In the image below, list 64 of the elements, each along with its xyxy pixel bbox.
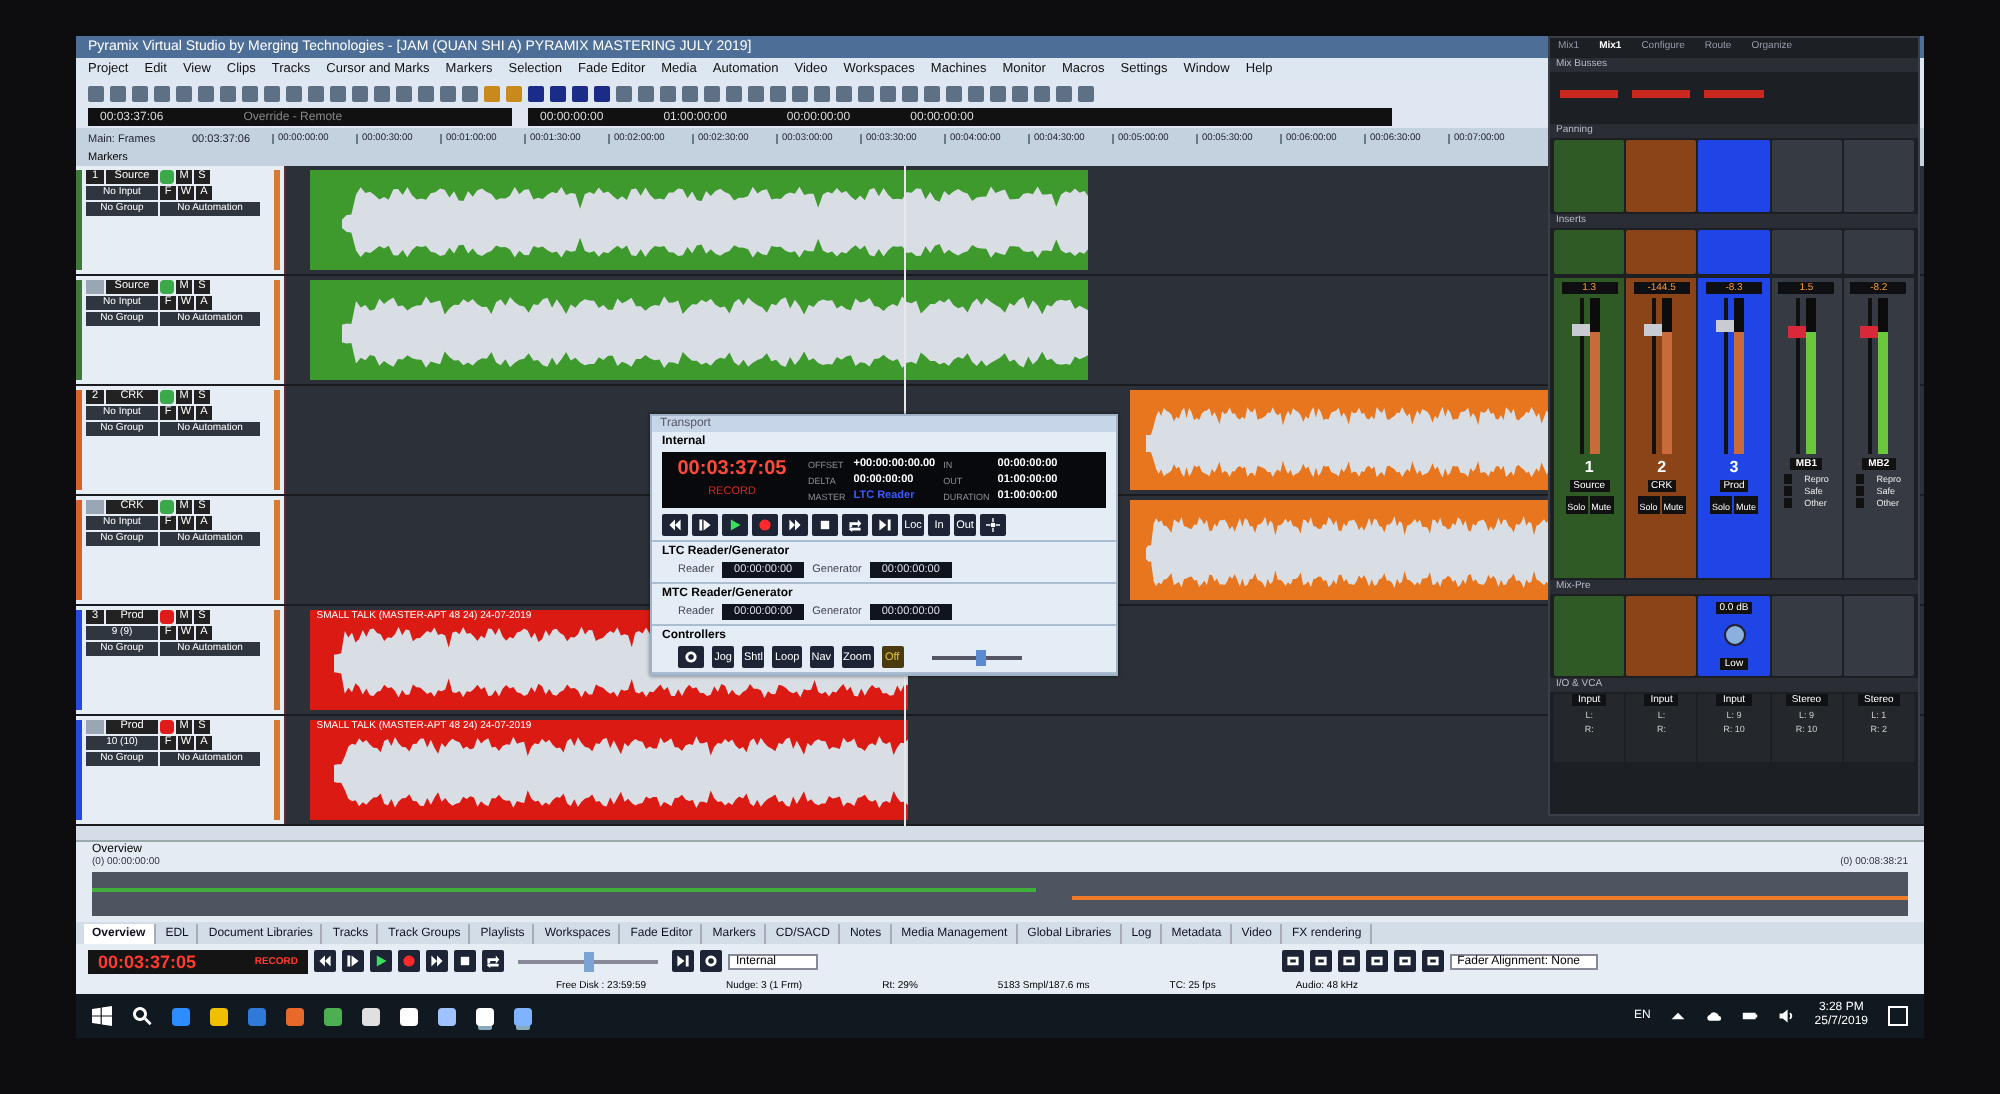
cloud-icon[interactable] — [1706, 1008, 1723, 1024]
stop-icon[interactable] — [812, 514, 838, 536]
caret-icon[interactable] — [1670, 1008, 1687, 1024]
strip-number: 3 — [1729, 458, 1739, 476]
app-icon[interactable] — [476, 1007, 494, 1025]
track-meter — [274, 280, 280, 380]
strip-number: 2 — [1657, 458, 1667, 476]
app-icon[interactable] — [210, 1007, 228, 1025]
audio-clip[interactable] — [310, 280, 1089, 380]
step-icon[interactable] — [342, 950, 364, 972]
fast-forward-icon[interactable] — [426, 950, 448, 972]
app-icon[interactable] — [324, 1007, 342, 1025]
record-icon[interactable] — [752, 514, 778, 536]
loop-icon[interactable] — [842, 514, 868, 536]
bus-indicator — [1632, 90, 1691, 98]
jump-icon[interactable] — [872, 514, 898, 536]
mix-pre-slot — [1554, 596, 1625, 676]
mix-pre-slot — [1626, 596, 1697, 676]
app-icon[interactable] — [362, 1007, 380, 1025]
stop-icon[interactable] — [454, 950, 476, 972]
battery-icon[interactable] — [1742, 1008, 1759, 1024]
strip-number: 1 — [1584, 458, 1594, 476]
fader-handle[interactable] — [1716, 320, 1736, 333]
audio-clip[interactable] — [310, 170, 1089, 270]
fader-handle[interactable] — [1860, 326, 1881, 339]
mix-pre-slot — [1843, 596, 1915, 676]
horizontal-scrollbar[interactable] — [76, 826, 1924, 842]
app-icon[interactable] — [438, 1007, 456, 1025]
speaker-icon[interactable] — [1778, 1008, 1795, 1024]
transport-time: 00:03:37:05 — [677, 458, 787, 480]
overview-timeline[interactable] — [92, 872, 1908, 916]
play-icon[interactable] — [722, 514, 748, 536]
loop-icon[interactable] — [482, 950, 504, 972]
fader-handle[interactable] — [1788, 326, 1809, 339]
mix-pre-slot — [1771, 596, 1842, 676]
transport-time: 00:03:37:05 — [98, 951, 197, 971]
track-meter — [274, 170, 280, 270]
record-button[interactable] — [160, 720, 174, 734]
record-icon[interactable] — [398, 950, 420, 972]
rewind-icon[interactable] — [314, 950, 336, 972]
track-meter — [274, 390, 280, 490]
step-icon[interactable] — [692, 514, 718, 536]
fast-forward-icon[interactable] — [782, 514, 808, 536]
app-icon[interactable] — [400, 1007, 418, 1025]
play-icon[interactable] — [370, 950, 392, 972]
audio-clip[interactable] — [1129, 500, 1553, 600]
bus-indicator — [1560, 90, 1619, 98]
track-meter — [274, 720, 280, 820]
track-meter — [274, 500, 280, 600]
audio-clip[interactable] — [1129, 390, 1553, 490]
dial-icon[interactable] — [700, 950, 722, 972]
app-icon[interactable] — [514, 1007, 532, 1025]
jump-icon[interactable] — [672, 950, 694, 972]
windows-start-icon[interactable] — [92, 1006, 112, 1026]
dial-icon[interactable] — [678, 646, 704, 668]
rewind-icon[interactable] — [662, 514, 688, 536]
fader-handle[interactable] — [1643, 323, 1664, 336]
track-meter — [274, 610, 280, 710]
search-icon[interactable] — [132, 1006, 152, 1026]
notification-icon[interactable] — [1888, 1006, 1908, 1026]
gain-knob[interactable] — [1723, 624, 1745, 647]
fader-handle[interactable] — [1571, 323, 1592, 336]
bus-indicator — [1704, 90, 1764, 98]
record-button[interactable] — [160, 610, 174, 624]
